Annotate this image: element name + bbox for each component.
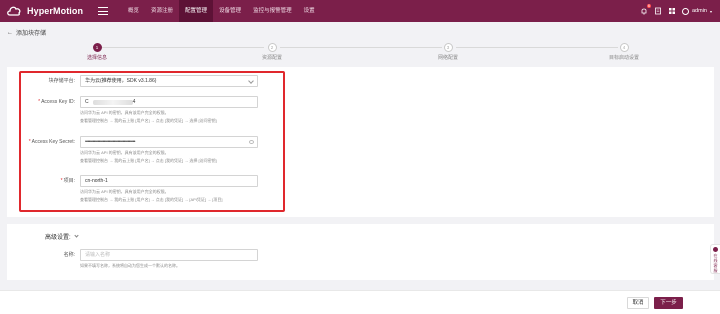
step-4: 4 目标启动设置	[584, 43, 664, 61]
wizard-steps: 1 选择信息 2 资源配置 3 网络配置 4 目标启动设置	[0, 41, 720, 65]
nav-item-monitoring-alerts[interactable]: 监控与报警管理	[247, 0, 298, 22]
blurred-value	[92, 99, 133, 105]
help-text: 查看管理控制台 → 我的云上账 [用户名] → 点击 [我的凭证] → [API…	[80, 197, 223, 202]
app-name: HyperMotion	[27, 6, 84, 16]
cancel-button[interactable]: 取消	[627, 297, 649, 309]
platform-label: 块存储平台:	[48, 78, 75, 84]
document-icon[interactable]	[654, 7, 662, 15]
project-label: *项目:	[60, 178, 75, 184]
access-key-id-input[interactable]: C4	[80, 96, 258, 108]
name-input[interactable]: 请输入名称	[80, 249, 258, 261]
name-row: 名称: 请输入名称 如果不填写名称，系统将自动为您生成一个默认的名称。	[15, 249, 258, 269]
nav-item-overview[interactable]: 概览	[122, 0, 145, 22]
step-label: 选择信息	[86, 55, 107, 61]
footer-bar: 取消 下一步	[0, 290, 720, 314]
chevron-down-icon: ▾	[709, 8, 712, 14]
step-1: 1 选择信息	[57, 43, 137, 61]
step-number: 3	[443, 43, 453, 52]
arrow-left-icon: ←	[7, 29, 13, 36]
help-text: 查看管理控制台 → 我的云上账 [用户名] → 点击 [我的凭证] → 选择 […	[80, 158, 217, 163]
help-text: 查看管理控制台 → 我的云上账 [用户名] → 点击 [我的凭证] → 选择 […	[80, 118, 217, 123]
nav-item-device-management[interactable]: 设备管理	[213, 0, 247, 22]
chevron-down-icon	[248, 78, 254, 84]
notification-count-badge: 6	[647, 4, 651, 8]
access-key-secret-label: *Access Key Secret:	[28, 139, 75, 145]
step-label: 资源配置	[261, 55, 282, 61]
cloud-logo-icon	[6, 5, 22, 17]
advanced-settings-toggle[interactable]: 高级设置:	[45, 232, 79, 241]
access-key-secret-input[interactable]: ••••••••••••••••••••••••••••••••••••••••	[80, 136, 258, 148]
platform-select[interactable]: 华为云(推荐使用，SDK v3.1.86)	[80, 75, 258, 87]
top-navigation-bar: HyperMotion 概览 资源注册 配置管理 设备管理 监控与报警管理 设置…	[0, 0, 720, 22]
help-text: 访问华为云 API 的密钥，具有该用户完全的权限。	[80, 189, 169, 194]
help-text: 访问华为云 API 的密钥，具有该用户完全的权限。	[80, 150, 169, 155]
platform-row: 块存储平台: 华为云(推荐使用，SDK v3.1.86)	[15, 75, 258, 87]
access-key-id-label: *Access Key ID:	[38, 99, 75, 105]
step-label: 网络配置	[437, 55, 458, 61]
step-number: 2	[267, 43, 277, 52]
name-label: 名称:	[63, 252, 75, 258]
online-support-tab[interactable]: 在 线 客 服	[710, 244, 720, 274]
step-number: 1	[92, 43, 102, 52]
step-label: 目标启动设置	[608, 55, 639, 61]
chevron-down-icon	[74, 233, 79, 238]
help-text: 如果不填写名称，系统将自动为您生成一个默认的名称。	[80, 263, 180, 268]
headset-icon	[713, 247, 718, 252]
username: admin	[692, 8, 707, 14]
app-logo[interactable]: HyperMotion	[6, 5, 96, 17]
project-input[interactable]: cn-north-1	[80, 175, 258, 187]
nav-item-resource-register[interactable]: 资源注册	[145, 0, 179, 22]
nav-item-config-management[interactable]: 配置管理	[179, 0, 214, 22]
platform-select-value: 华为云(推荐使用，SDK v3.1.86)	[85, 78, 157, 84]
step-number: 4	[619, 43, 629, 52]
back-link[interactable]: ← 添加块存储	[7, 28, 47, 38]
main-nav: 概览 资源注册 配置管理 设备管理 监控与报警管理 设置	[122, 0, 321, 22]
advanced-settings-title: 高级设置:	[45, 235, 71, 241]
help-text: 访问华为云 API 的密钥，具有该用户完全的权限。	[80, 110, 169, 115]
notification-bell-icon[interactable]: 6	[640, 4, 651, 15]
project-row: *项目: cn-north-1 访问华为云 API 的密钥，具有该用户完全的权限…	[15, 175, 258, 203]
eye-icon[interactable]	[249, 140, 254, 144]
access-key-id-row: *Access Key ID: C4 访问华为云 API 的密钥，具有该用户完全…	[15, 96, 258, 124]
nav-item-settings[interactable]: 设置	[298, 0, 321, 22]
user-menu[interactable]: admin ▾	[682, 7, 712, 15]
user-avatar-icon	[682, 7, 689, 15]
grid-apps-icon[interactable]	[668, 7, 676, 15]
credentials-card: 块存储平台: 华为云(推荐使用，SDK v3.1.86) *Access Key…	[7, 67, 714, 217]
step-2: 2 资源配置	[232, 43, 312, 61]
advanced-settings-card: 高级设置: 名称: 请输入名称 如果不填写名称，系统将自动为您生成一个默认的名称…	[7, 224, 714, 280]
next-button[interactable]: 下一步	[654, 297, 683, 309]
hamburger-menu-icon[interactable]	[98, 7, 108, 15]
step-3: 3 网络配置	[408, 43, 488, 61]
access-key-secret-row: *Access Key Secret: ••••••••••••••••••••…	[15, 136, 258, 164]
page-title: 添加块存储	[16, 31, 47, 37]
